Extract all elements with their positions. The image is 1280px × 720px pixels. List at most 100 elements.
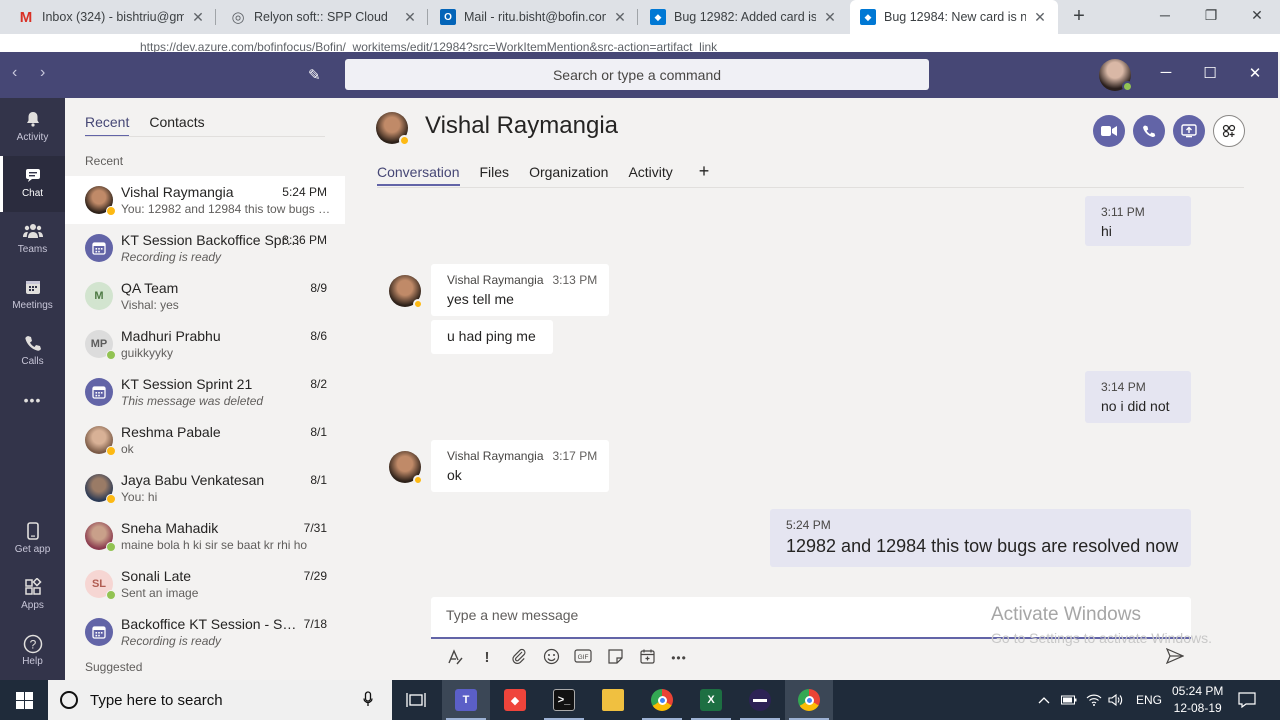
video-call-button[interactable] [1093,115,1125,147]
taskbar-chrome[interactable] [638,680,686,720]
rail-activity[interactable]: Activity [0,100,65,156]
teams-maximize-icon[interactable]: ☐ [1198,64,1222,82]
browser-tab-bug-12984[interactable]: ◆ Bug 12984: New card is not ✕ [850,0,1058,34]
taskbar-terminal[interactable]: >_ [540,680,588,720]
forward-icon[interactable]: › [40,64,45,82]
apps-icon [23,577,43,598]
tab-activity[interactable]: Activity [628,164,672,186]
tab-contacts[interactable]: Contacts [149,114,204,137]
rail-chat[interactable]: Chat [0,156,65,212]
add-tab-button[interactable]: + [699,162,710,186]
add-people-button[interactable] [1213,115,1245,147]
avatar: M [85,282,113,310]
wifi-icon[interactable] [1086,680,1102,720]
rail-meetings[interactable]: Meetings [0,268,65,324]
chat-item-kt-sprint-21[interactable]: KT Session Sprint 21 8/2 This message wa… [65,368,345,416]
chat-item-sneha[interactable]: Sneha Mahadik 7/31 maine bola h ki sir s… [65,512,345,560]
gif-icon[interactable]: GIF [573,648,593,668]
taskbar-anydesk[interactable]: ◆ [491,680,539,720]
rail-get-app[interactable]: Get app [0,512,65,568]
browser-tab-relyon[interactable]: ◎ Relyon soft:: SPP Cloud ✕ [220,0,428,34]
message-input[interactable] [446,607,946,623]
taskbar-chrome-2[interactable] [785,680,833,720]
action-center-icon[interactable] [1238,680,1256,720]
chat-item-jaya[interactable]: Jaya Babu Venkatesan 8/1 You: hi [65,464,345,512]
browser-restore-icon[interactable]: ❐ [1188,0,1234,34]
rail-help[interactable]: ? Help [0,624,65,680]
teams-minimize-icon[interactable]: ─ [1154,64,1178,81]
browser-tab-outlook[interactable]: O Mail - ritu.bisht@bofin.com ✕ [430,0,638,34]
command-search-box[interactable]: Search or type a command [345,59,929,90]
rail-apps[interactable]: Apps [0,568,65,624]
format-icon[interactable] [445,648,465,668]
taskbar-search-box[interactable]: Type here to search [48,680,392,720]
teams-close-icon[interactable]: ✕ [1243,64,1267,82]
taskbar-file-explorer[interactable] [589,680,637,720]
address-bar[interactable]: https://dev.azure.com/bofinfocus/Bofin/_… [0,34,1280,52]
close-tab-icon[interactable]: ✕ [822,9,838,26]
message-sent[interactable]: 3:11 PM hi [1085,196,1191,246]
sticker-icon[interactable] [605,648,625,668]
share-screen-button[interactable] [1173,115,1205,147]
audio-call-button[interactable] [1133,115,1165,147]
avatar [85,186,116,216]
taskbar-excel[interactable]: X [687,680,735,720]
schedule-meeting-icon[interactable] [637,648,657,668]
send-icon[interactable] [1165,647,1185,668]
browser-tab-gmail[interactable]: M Inbox (324) - bishtriu@gma ✕ [8,0,216,34]
browser-tab-bug-12982[interactable]: ◆ Bug 12982: Added card is d ✕ [640,0,848,34]
taskbar-clock[interactable]: 05:24 PM 12-08-19 [1172,683,1223,717]
close-tab-icon[interactable]: ✕ [1032,9,1048,26]
input-language[interactable]: ENG [1136,680,1162,720]
chat-item-madhuri[interactable]: MP Madhuri Prabhu 8/6 guikkyyky [65,320,345,368]
message-received[interactable]: u had ping me [431,320,553,354]
windows-start-button[interactable] [0,680,48,720]
more-options-icon[interactable]: ••• [669,648,689,668]
rail-more[interactable]: ••• [0,380,65,420]
tab-recent[interactable]: Recent [85,114,130,137]
battery-icon[interactable] [1061,680,1077,720]
message-received[interactable]: Vishal Raymangia 3:13 PM yes tell me [431,264,609,316]
svg-text:GIF: GIF [578,654,589,661]
message-sent[interactable]: 3:14 PM no i did not [1085,371,1191,423]
close-tab-icon[interactable]: ✕ [612,9,628,26]
browser-minimize-icon[interactable]: ─ [1142,0,1188,34]
profile-avatar[interactable] [1099,59,1133,92]
close-tab-icon[interactable]: ✕ [190,9,206,26]
browser-close-icon[interactable]: ✕ [1234,0,1280,34]
rail-calls[interactable]: Calls [0,324,65,380]
show-hidden-icons[interactable] [1038,680,1050,720]
microphone-icon[interactable] [358,690,378,710]
close-tab-icon[interactable]: ✕ [402,9,418,26]
new-tab-button[interactable]: + [1068,5,1090,27]
outlook-icon: O [440,9,456,25]
tab-conversation[interactable]: Conversation [377,164,460,186]
avatar [85,474,116,504]
volume-icon[interactable] [1108,680,1124,720]
chat-item-qa-team[interactable]: M QA Team 8/9 Vishal: yes [65,272,345,320]
avatar [85,522,116,552]
new-chat-icon[interactable]: ✎ [308,66,326,84]
chat-item-reshma[interactable]: Reshma Pabale 8/1 ok [65,416,345,464]
task-view-button[interactable] [392,680,440,720]
sender-avatar[interactable] [389,451,423,485]
meeting-icon [85,618,113,646]
sender-avatar[interactable] [389,275,423,309]
important-icon[interactable]: ! [477,648,497,668]
chat-item-vishal[interactable]: Vishal Raymangia 5:24 PM You: 12982 and … [65,176,345,224]
taskbar-eclipse[interactable] [736,680,784,720]
chat-item-backoffice-kt-19[interactable]: Backoffice KT Session - Sprint 19 7/18 R… [65,608,345,656]
message-sent[interactable]: 5:24 PM 12982 and 12984 this tow bugs ar… [770,509,1191,567]
tab-organization[interactable]: Organization [529,164,608,186]
back-icon[interactable]: ‹ [12,64,17,82]
attach-icon[interactable] [509,648,529,668]
message-received[interactable]: Vishal Raymangia 3:17 PM ok [431,440,609,492]
rail-teams[interactable]: Teams [0,212,65,268]
chat-item-kt-backoffice-20[interactable]: KT Session Backoffice Sprint 20 3:36 PM … [65,224,345,272]
contact-avatar[interactable] [376,112,410,146]
chat-item-sonali[interactable]: SL Sonali Late 7/29 Sent an image [65,560,345,608]
tab-files[interactable]: Files [480,164,510,186]
taskbar-teams[interactable]: T [442,680,490,720]
emoji-icon[interactable] [541,648,561,668]
bell-icon [23,110,43,130]
